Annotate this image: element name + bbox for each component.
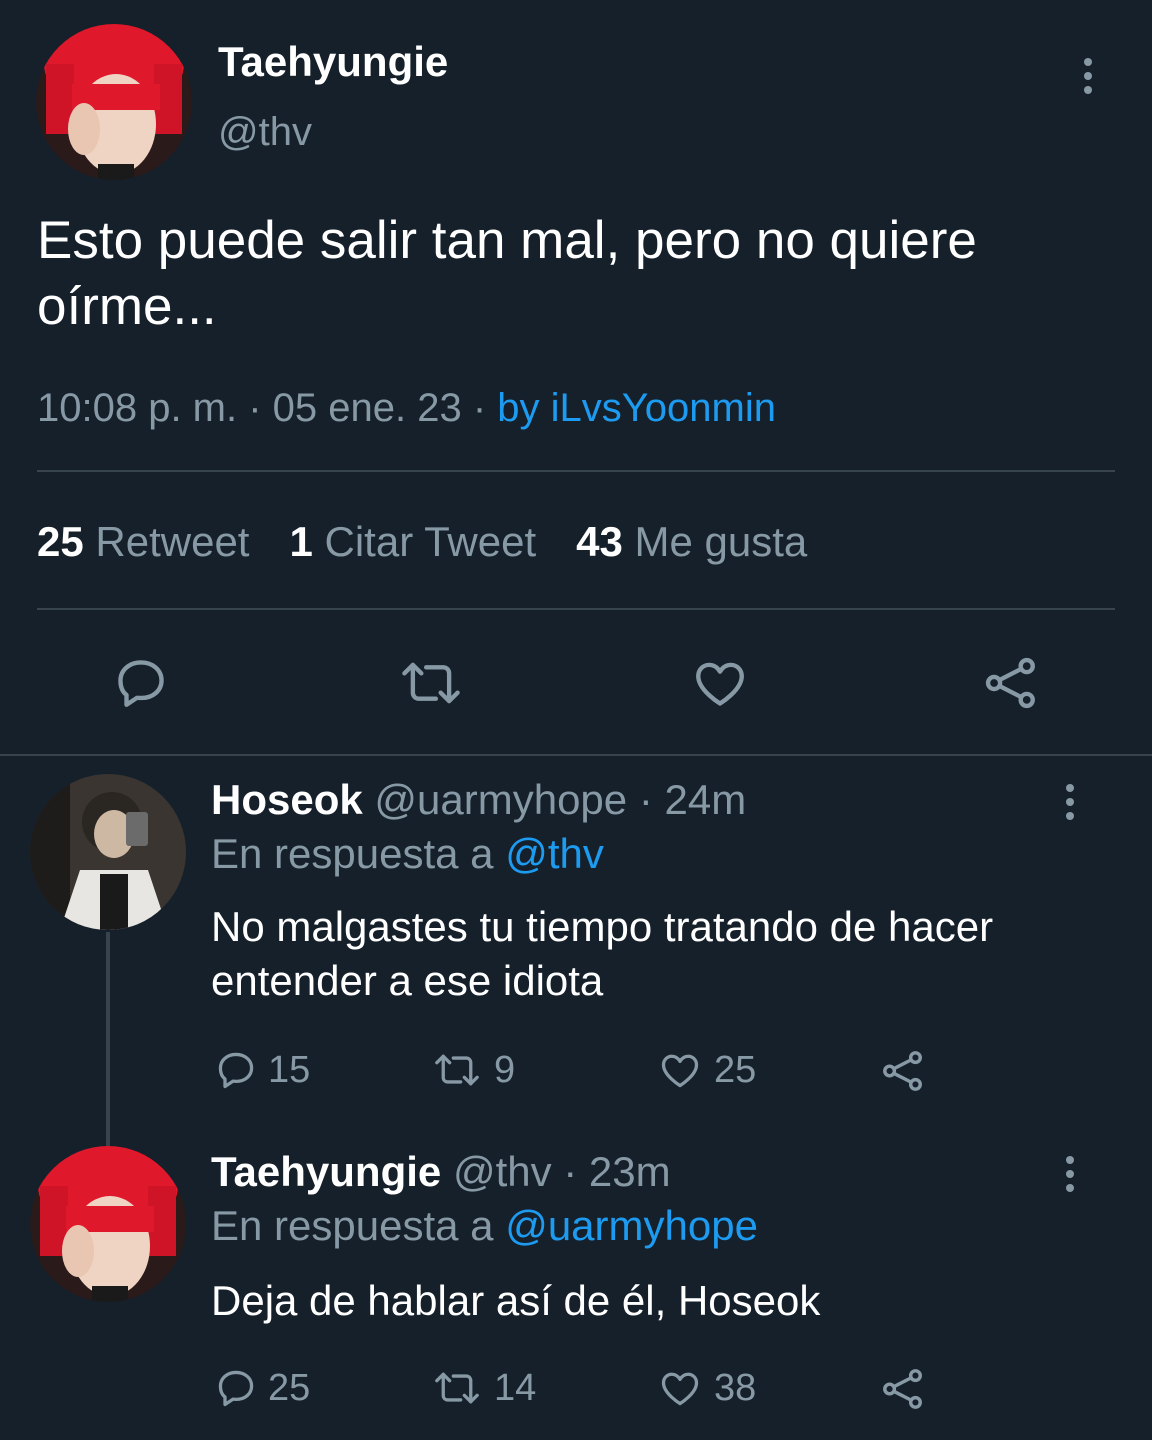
retweet-count: 9 (494, 1048, 516, 1091)
quotes-stat[interactable]: 1 Citar Tweet (289, 518, 536, 566)
stats-row: 25 Retweet 1 Citar Tweet 43 Me gusta (37, 518, 807, 566)
reply-count: 15 (268, 1048, 311, 1091)
reply-context: En respuesta a @uarmyhope (211, 1202, 758, 1250)
retweet-icon[interactable] (396, 654, 466, 712)
author-avatar[interactable] (36, 24, 192, 180)
reply-icon (214, 1366, 258, 1410)
reply-handle[interactable]: @thv (453, 1148, 552, 1195)
divider (37, 470, 1115, 472)
like-count: 38 (714, 1366, 757, 1409)
reply-display-name[interactable]: Hoseok (211, 776, 363, 823)
like-icon (656, 1048, 704, 1092)
reply-header: Hoseok @uarmyhope · 24m (211, 776, 746, 824)
likes-label: Me gusta (634, 518, 808, 565)
tweet-time: 10:08 p. m. · 05 ene. 23 · (37, 386, 498, 430)
tweet-text: Esto puede salir tan mal, pero no quiere… (37, 211, 977, 336)
retweets-count: 25 (37, 518, 84, 565)
reply-display-name[interactable]: Taehyungie (211, 1148, 441, 1195)
thread-connector (106, 932, 110, 1146)
author-display-name[interactable]: Taehyungie (218, 38, 448, 86)
share-icon[interactable] (880, 1048, 926, 1094)
reply-to-link[interactable]: @thv (505, 830, 604, 877)
reply-icon[interactable] (112, 654, 170, 712)
retweet-icon (430, 1366, 484, 1410)
like-count: 25 (714, 1048, 757, 1091)
reply-avatar[interactable] (30, 774, 186, 930)
reply-time[interactable]: · 24m (627, 776, 746, 823)
share-icon[interactable] (880, 1366, 926, 1412)
retweets-stat[interactable]: 25 Retweet (37, 518, 249, 566)
retweet-count: 14 (494, 1366, 537, 1409)
share-icon[interactable] (982, 654, 1040, 712)
reply-icon (214, 1048, 258, 1092)
like-icon (656, 1366, 704, 1410)
like-action[interactable]: 25 (656, 1048, 756, 1092)
reply-time[interactable]: · 23m (552, 1148, 670, 1195)
reply-header: Taehyungie @thv · 23m (211, 1148, 671, 1196)
quotes-count: 1 (289, 518, 313, 565)
section-divider (0, 754, 1152, 756)
reply-action[interactable]: 15 (214, 1048, 310, 1092)
reply-count: 25 (268, 1366, 311, 1409)
tweet-source-link[interactable]: by iLvsYoonmin (497, 386, 776, 430)
divider (37, 608, 1115, 610)
likes-count: 43 (576, 518, 623, 565)
like-icon[interactable] (690, 654, 750, 712)
quotes-label: Citar Tweet (324, 518, 537, 565)
retweet-icon (430, 1048, 484, 1092)
reply-action[interactable]: 25 (214, 1366, 310, 1410)
reply-context: En respuesta a @thv (211, 830, 604, 878)
like-action[interactable]: 38 (656, 1366, 756, 1410)
more-options-icon[interactable] (1078, 58, 1098, 94)
reply-text: No malgastes tu tiempo tratando de hacer… (211, 903, 994, 1004)
reply-to-link[interactable]: @uarmyhope (505, 1202, 758, 1249)
reply-handle[interactable]: @uarmyhope (374, 776, 627, 823)
retweet-action[interactable]: 14 (430, 1366, 536, 1410)
retweets-label: Retweet (95, 518, 250, 565)
reply-text: Deja de hablar así de él, Hoseok (211, 1277, 821, 1324)
retweet-action[interactable]: 9 (430, 1048, 515, 1092)
tweet-timestamp: 10:08 p. m. · 05 ene. 23 · by iLvsYoonmi… (37, 386, 776, 431)
likes-stat[interactable]: 43 Me gusta (576, 518, 807, 566)
reply-context-prefix: En respuesta a (211, 830, 506, 877)
reply-avatar[interactable] (30, 1146, 186, 1302)
author-handle[interactable]: @thv (218, 110, 312, 155)
reply-context-prefix: En respuesta a (211, 1202, 506, 1249)
more-options-icon[interactable] (1060, 784, 1080, 820)
more-options-icon[interactable] (1060, 1156, 1080, 1192)
